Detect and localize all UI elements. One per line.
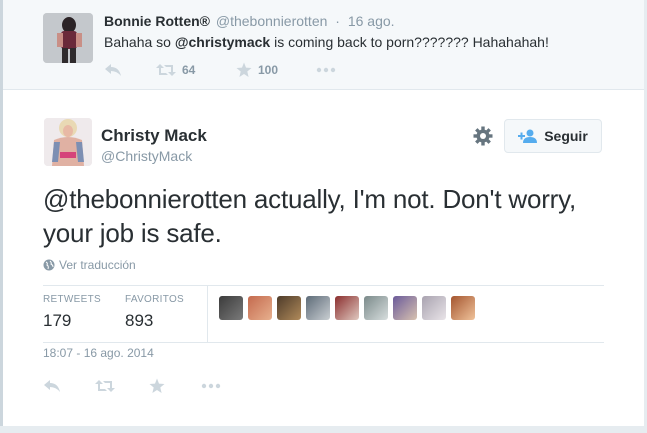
retweet-icon (156, 64, 176, 76)
main-tweet: Christy Mack @ChristyMack Seguir @thebon… (3, 90, 644, 426)
more-button[interactable] (316, 67, 336, 73)
text-after: is coming back to porn??????? Hahahahah! (270, 34, 549, 50)
favoriter-avatar[interactable] (219, 296, 243, 320)
retweets-value: 179 (43, 311, 72, 330)
page-bottom-strip (0, 426, 647, 433)
replied-tweet-text: Bahaha so @christymack is coming back to… (104, 34, 549, 50)
translate-link[interactable]: Ver traducción (43, 258, 136, 272)
favoriters-avatars (219, 296, 480, 320)
favorite-button[interactable] (149, 378, 201, 394)
tweet-time[interactable]: 16 ago. (348, 13, 395, 29)
avatar-bonnie-rotten[interactable] (43, 13, 93, 63)
separator: · (335, 13, 340, 29)
more-button[interactable] (201, 383, 221, 389)
author-name[interactable]: Christy Mack (101, 126, 207, 146)
favorites-stat[interactable]: FAVORITOS 893 (125, 294, 184, 331)
favorite-button[interactable]: 100 (236, 62, 316, 78)
tweet-stats: RETWEETS 179 FAVORITOS 893 (43, 285, 604, 343)
favorite-star-icon (236, 62, 252, 77)
more-dots-icon (201, 383, 221, 389)
favoriter-avatar[interactable] (248, 296, 272, 320)
retweets-stat[interactable]: RETWEETS 179 (43, 294, 101, 331)
favorite-count: 100 (258, 63, 279, 77)
gear-icon[interactable] (473, 126, 493, 146)
favoriter-avatar[interactable] (335, 296, 359, 320)
stats-divider (207, 286, 208, 342)
text-before: Bahaha so (104, 34, 175, 50)
favoriter-avatar[interactable] (277, 296, 301, 320)
favoriter-avatar[interactable] (451, 296, 475, 320)
retweet-button[interactable] (95, 379, 149, 393)
favorites-value: 893 (125, 311, 154, 330)
favoriter-avatar[interactable] (306, 296, 330, 320)
retweet-icon (95, 380, 115, 392)
retweet-count: 64 (182, 63, 196, 77)
author-handle[interactable]: @thebonnierotten (216, 13, 328, 29)
retweets-label: RETWEETS (43, 294, 101, 305)
reply-icon (44, 380, 60, 392)
author-handle[interactable]: @ChristyMack (101, 148, 192, 164)
favoriter-avatar[interactable] (393, 296, 417, 320)
follow-button[interactable]: Seguir (504, 119, 602, 153)
replied-tweet[interactable]: Bonnie Rotten® @thebonnierotten · 16 ago… (3, 0, 644, 90)
follow-user-plus-icon (518, 129, 538, 143)
author-name[interactable]: Bonnie Rotten® (104, 13, 210, 29)
mention-link[interactable]: @christymack (175, 34, 270, 50)
reply-icon (105, 64, 121, 76)
favorite-star-icon (149, 378, 165, 393)
reply-button[interactable] (104, 63, 156, 77)
replied-tweet-actions: 64 100 (104, 60, 336, 80)
avatar-christy-mack[interactable] (44, 118, 92, 166)
reply-button[interactable] (43, 379, 95, 393)
tweet-timestamp[interactable]: 18:07 - 16 ago. 2014 (43, 346, 154, 360)
tweet-text: @thebonnierotten actually, I'm not. Don'… (43, 184, 577, 248)
translate-label: Ver traducción (59, 258, 136, 272)
follow-label: Seguir (544, 128, 588, 144)
more-dots-icon (316, 67, 336, 73)
retweet-button[interactable]: 64 (156, 63, 236, 77)
favoriter-avatar[interactable] (364, 296, 388, 320)
favoriter-avatar[interactable] (422, 296, 446, 320)
globe-icon (43, 259, 55, 271)
replied-tweet-header: Bonnie Rotten® @thebonnierotten · 16 ago… (104, 13, 395, 29)
main-tweet-actions (43, 376, 221, 396)
favorites-label: FAVORITOS (125, 294, 185, 305)
